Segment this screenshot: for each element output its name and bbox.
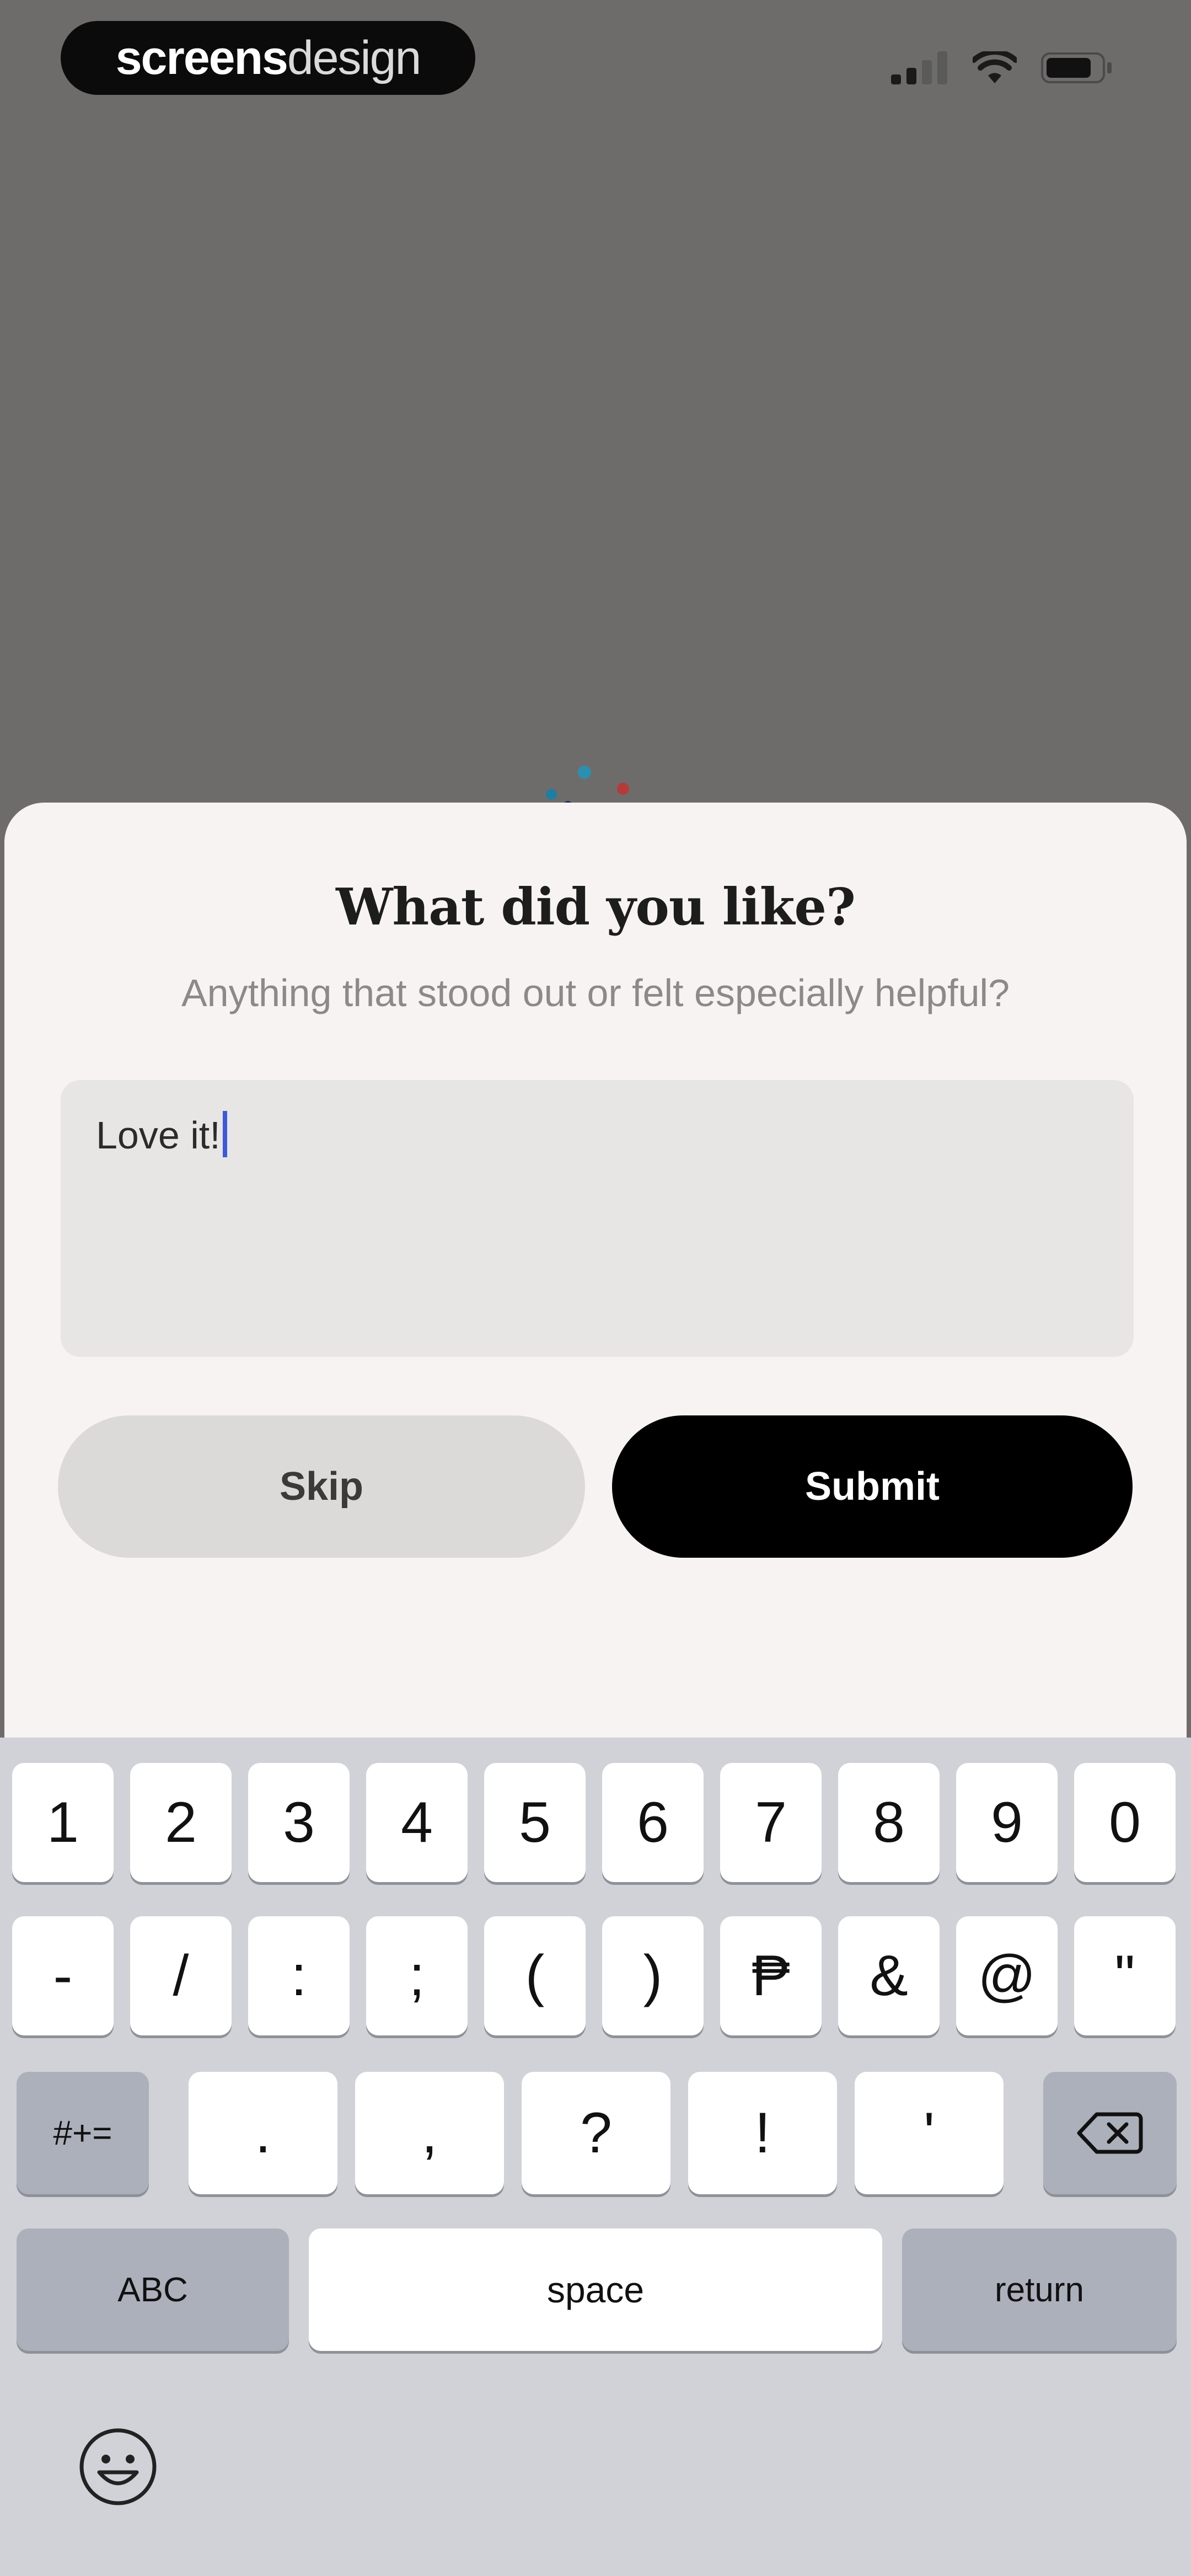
key-4[interactable]: 4	[366, 1763, 468, 1882]
key-space[interactable]: space	[309, 2228, 882, 2351]
key-8[interactable]: 8	[838, 1763, 940, 1882]
key-0[interactable]: 0	[1074, 1763, 1176, 1882]
sheet-subtitle: Anything that stood out or felt especial…	[181, 971, 1010, 1014]
key-return[interactable]: return	[902, 2228, 1177, 2351]
cellular-signal-icon	[891, 51, 947, 84]
battery-icon	[1041, 52, 1112, 83]
key-ampersand[interactable]: &	[838, 1916, 940, 2035]
feedback-text-area[interactable]: Love it!	[61, 1080, 1134, 1357]
background-overlay[interactable]	[0, 0, 1191, 816]
key-slash[interactable]: /	[130, 1916, 232, 2035]
key-colon[interactable]: :	[248, 1916, 350, 2035]
sheet-title: What did you like?	[336, 877, 856, 937]
key-6[interactable]: 6	[602, 1763, 704, 1882]
skip-button[interactable]: Skip	[58, 1415, 585, 1558]
brand-name-strong: screens	[115, 31, 288, 84]
key-question[interactable]: ?	[522, 2072, 670, 2194]
backspace-icon	[1077, 2112, 1143, 2154]
key-3[interactable]: 3	[248, 1763, 350, 1882]
feedback-text-value: Love it!	[96, 1114, 221, 1157]
brand-name-light: design	[287, 31, 421, 84]
key-currency[interactable]: ₱	[720, 1916, 822, 2035]
key-apostrophe[interactable]: '	[855, 2072, 1004, 2194]
key-abc[interactable]: ABC	[17, 2228, 289, 2351]
key-quote[interactable]: "	[1074, 1916, 1176, 2035]
text-caret	[222, 1111, 227, 1157]
key-exclamation[interactable]: !	[688, 2072, 837, 2194]
emoji-icon[interactable]	[77, 2426, 159, 2508]
key-open-paren[interactable]: (	[484, 1916, 586, 2035]
status-bar-icons	[891, 49, 1114, 87]
key-symbols[interactable]: #+=	[17, 2072, 149, 2194]
key-semicolon[interactable]: ;	[366, 1916, 468, 2035]
key-hyphen[interactable]: -	[12, 1916, 114, 2035]
key-7[interactable]: 7	[720, 1763, 822, 1882]
key-5[interactable]: 5	[484, 1763, 586, 1882]
key-2[interactable]: 2	[130, 1763, 232, 1882]
key-close-paren[interactable]: )	[602, 1916, 704, 2035]
brand-logo-pill: screens design	[61, 21, 475, 95]
key-period[interactable]: .	[189, 2072, 337, 2194]
submit-button[interactable]: Submit	[612, 1415, 1133, 1558]
key-1[interactable]: 1	[12, 1763, 114, 1882]
backspace-key[interactable]	[1043, 2072, 1177, 2194]
wifi-icon	[973, 51, 1017, 83]
key-at[interactable]: @	[956, 1916, 1058, 2035]
key-9[interactable]: 9	[956, 1763, 1058, 1882]
key-comma[interactable]: ,	[355, 2072, 504, 2194]
